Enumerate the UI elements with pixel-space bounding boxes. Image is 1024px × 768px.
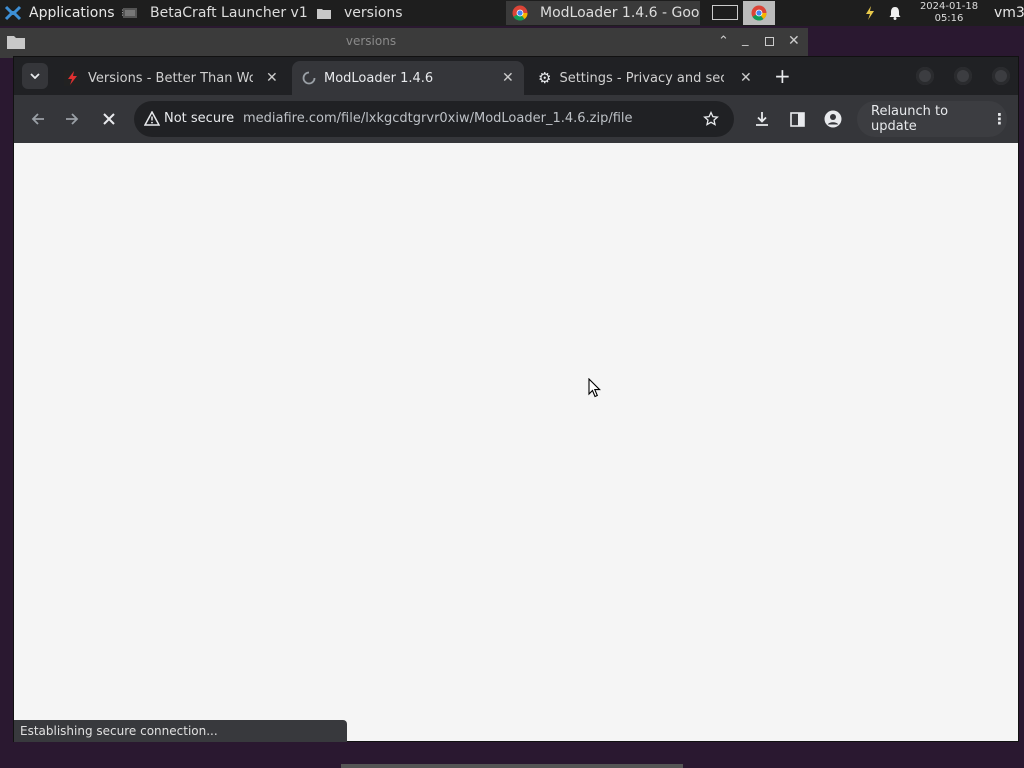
tab-label: ModLoader 1.4.6: [324, 70, 434, 86]
workspace-1[interactable]: [712, 5, 738, 20]
chrome-icon: [512, 5, 528, 21]
window-maximize-button[interactable]: [954, 67, 972, 85]
tab-versions[interactable]: Versions - Better Than Wolves ✕: [56, 61, 290, 95]
new-tab-button[interactable]: +: [774, 64, 791, 88]
browser-toolbar: Not secure mediafire.com/file/lxkgcdtgrv…: [14, 95, 1018, 143]
address-bar[interactable]: Not secure mediafire.com/file/lxkgcdtgrv…: [134, 101, 734, 137]
downloads-button[interactable]: [750, 107, 774, 131]
taskbar-item-label: ModLoader 1.4.6 - Goog...: [540, 5, 700, 21]
tab-modloader[interactable]: ModLoader 1.4.6 ✕: [292, 61, 524, 95]
profile-avatar-icon: [824, 110, 842, 128]
tab-strip: Versions - Better Than Wolves ✕ ModLoade…: [14, 57, 1018, 95]
taskbar-item-chrome[interactable]: ModLoader 1.4.6 - Goog...: [506, 1, 700, 25]
url-text[interactable]: mediafire.com/file/lxkgcdtgrvr0xiw/ModLo…: [243, 111, 633, 126]
lightning-favicon-icon: [64, 70, 80, 86]
clock-date: 2024-01-18: [919, 1, 979, 12]
taskbar-item-label: BetaCraft Launcher v1.0...: [150, 5, 308, 21]
xfce-logo-icon: [4, 5, 22, 21]
relaunch-label: Relaunch to update: [871, 104, 949, 134]
taskbar-item-versions[interactable]: versions: [310, 1, 504, 25]
window-shade-button[interactable]: ⌃: [718, 34, 729, 49]
workspace-2[interactable]: [743, 1, 775, 25]
close-tab-icon[interactable]: ✕: [266, 70, 278, 86]
tab-label: Versions - Better Than Wolves: [88, 70, 253, 86]
bookmark-star-icon[interactable]: [703, 111, 719, 127]
window-close-button[interactable]: [992, 67, 1010, 85]
window-title: versions: [345, 34, 397, 48]
notifications-bell-icon[interactable]: [887, 0, 903, 26]
relaunch-to-update-button[interactable]: Relaunch to update ⋮: [857, 101, 1007, 137]
window-minimize-button[interactable]: _: [742, 32, 749, 47]
bottom-edge-bar: [341, 764, 683, 768]
loading-spinner-icon: [302, 71, 316, 85]
app-menu-label: Applications: [29, 5, 115, 21]
tab-settings[interactable]: ⚙ Settings - Privacy and security ✕: [532, 61, 764, 95]
clock-time: 05:16: [934, 13, 964, 24]
close-tab-icon[interactable]: ✕: [502, 70, 514, 86]
user-label[interactable]: vm3: [994, 0, 1024, 26]
stop-loading-button[interactable]: [97, 107, 121, 131]
page-content[interactable]: [14, 143, 1018, 741]
close-tab-icon[interactable]: ✕: [740, 70, 752, 86]
power-plug-icon[interactable]: [862, 0, 878, 26]
top-panel: Applications ≡ BetaCraft Launcher v1.0..…: [0, 0, 1024, 26]
window-close-button[interactable]: ✕: [788, 33, 800, 49]
download-icon: [756, 112, 768, 126]
tab-search-button[interactable]: [22, 63, 48, 89]
chevron-down-icon: [30, 73, 40, 79]
mouse-cursor-icon: [588, 378, 601, 398]
forward-button[interactable]: [60, 107, 84, 131]
browser-window: Versions - Better Than Wolves ✕ ModLoade…: [14, 57, 1018, 742]
chrome-icon: [751, 5, 767, 21]
warning-triangle-icon: [144, 111, 160, 126]
app-menu-button[interactable]: Applications ≡: [4, 0, 132, 26]
clock[interactable]: 2024-01-18 05:16: [915, 0, 983, 25]
tab-label: Settings - Privacy and security: [559, 70, 725, 86]
security-label[interactable]: Not secure: [164, 111, 234, 126]
arrow-right-icon: [66, 113, 79, 125]
back-button[interactable]: [26, 107, 50, 131]
window-minimize-button[interactable]: [916, 67, 934, 85]
more-vert-icon: ⋮: [992, 110, 1007, 128]
profile-button[interactable]: [821, 107, 845, 131]
status-bubble: Establishing secure connection...: [14, 720, 347, 742]
gear-icon: ⚙: [538, 69, 552, 87]
side-panel-icon: [789, 111, 805, 127]
close-icon: [103, 113, 115, 125]
taskbar-item-label: versions: [344, 5, 403, 21]
taskbar-item-betacraft[interactable]: BetaCraft Launcher v1.0...: [116, 1, 308, 25]
side-panel-button[interactable]: [785, 107, 809, 131]
arrow-left-icon: [31, 113, 44, 125]
file-manager-window: versions ⌃ _ ✕: [0, 28, 808, 58]
betacraft-icon: [123, 8, 137, 18]
window-maximize-button[interactable]: [765, 37, 774, 46]
folder-icon: [317, 9, 331, 19]
